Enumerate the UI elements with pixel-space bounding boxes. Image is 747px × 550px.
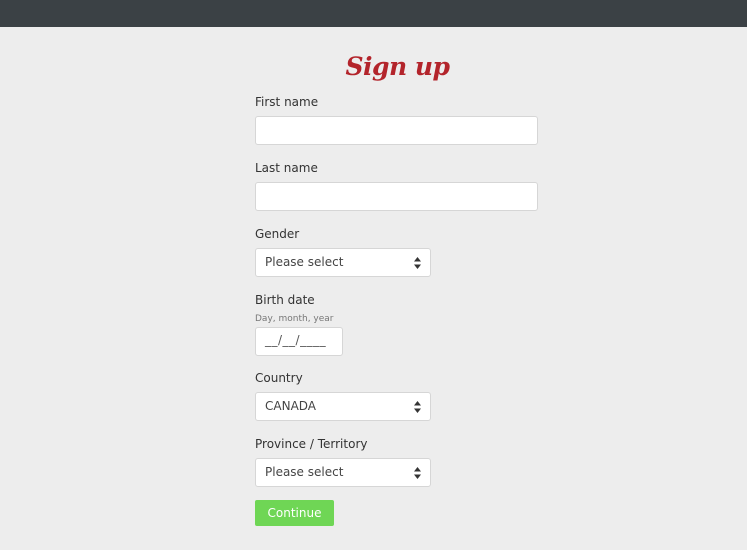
province-selected-value: Please select — [265, 465, 344, 479]
updown-caret-icon — [414, 467, 421, 479]
gender-selected-value: Please select — [265, 255, 344, 269]
birth-date-hint: Day, month, year — [255, 314, 334, 324]
first-name-label: First name — [255, 95, 319, 109]
birth-date-input[interactable]: __/__/____ — [255, 327, 343, 356]
last-name-label: Last name — [255, 161, 318, 175]
country-select[interactable]: CANADA — [255, 392, 431, 421]
updown-caret-icon — [414, 401, 421, 413]
birth-date-mask: __/__/____ — [265, 333, 327, 347]
gender-label: Gender — [255, 227, 300, 241]
country-label: Country — [255, 371, 303, 385]
continue-button[interactable]: Continue — [255, 500, 334, 526]
country-selected-value: CANADA — [265, 399, 317, 413]
birth-date-label: Birth date — [255, 293, 315, 307]
gender-select[interactable]: Please select — [255, 248, 431, 277]
page-title: Sign up — [345, 52, 450, 81]
top-navigation-bar — [0, 0, 747, 27]
updown-caret-icon — [414, 257, 421, 269]
first-name-input[interactable] — [255, 116, 538, 145]
province-label: Province / Territory — [255, 437, 368, 451]
province-select[interactable]: Please select — [255, 458, 431, 487]
last-name-input[interactable] — [255, 182, 538, 211]
